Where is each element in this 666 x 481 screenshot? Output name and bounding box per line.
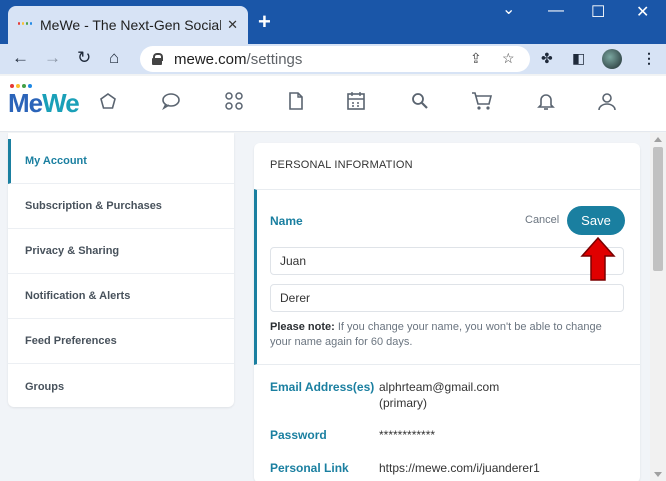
bell-icon[interactable] [535,90,557,112]
scroll-thumb[interactable] [653,147,663,271]
close-window-icon[interactable]: ✕ [636,2,649,22]
sidebar-item-groups[interactable]: Groups [8,364,234,409]
password-value[interactable]: ************ [379,427,435,443]
user-profile-icon[interactable] [596,90,618,112]
red-arrow-annotation-icon [580,236,616,281]
browser-toolbar: ← → ↻ ⌂ mewe.com/settings ⇪ ☆ ✤ ◧ ⋮ [0,44,666,74]
sidebar-item-subscription[interactable]: Subscription & Purchases [8,184,234,229]
new-tab-button[interactable]: + [258,9,271,35]
save-button[interactable]: Save [567,206,625,235]
home-icon[interactable]: ⌂ [109,48,119,68]
side-panel-icon[interactable]: ◧ [572,50,585,67]
email-label: Email Address(es) [270,380,375,394]
email-value: alphrteam@gmail.com (primary) [379,380,500,410]
personal-information-panel: PERSONAL INFORMATION Name Cancel Save Ju… [254,143,640,481]
minimize-icon[interactable]: — [548,2,564,20]
settings-sidebar: My Account Subscription & Purchases Priv… [8,133,234,407]
address-bar[interactable]: mewe.com/settings ⇪ ☆ [140,46,530,72]
back-arrow-icon[interactable]: ← [12,48,29,68]
bookmark-star-icon[interactable]: ☆ [502,50,515,67]
browser-tab-bar: MeWe - The Next-Gen Social Net ✕ + ⌄ — ☐… [0,0,666,44]
home-pentagon-icon[interactable] [97,90,119,112]
sidebar-item-notifications[interactable]: Notification & Alerts [8,274,234,319]
first-name-field[interactable]: Juan [270,247,624,275]
sidebar-item-privacy[interactable]: Privacy & Sharing [8,229,234,274]
document-icon[interactable] [285,90,307,112]
browser-tab[interactable]: MeWe - The Next-Gen Social Net ✕ [8,6,248,44]
personal-link-label: Personal Link [270,461,349,475]
mewe-logo[interactable]: MeWe [8,88,80,119]
profile-avatar[interactable] [602,49,622,69]
scroll-down-icon[interactable] [654,472,662,477]
shopping-cart-icon[interactable] [471,90,493,112]
chevron-down-icon[interactable]: ⌄ [502,0,515,19]
chat-bubble-icon[interactable] [160,90,182,112]
groups-circles-icon[interactable] [223,90,245,112]
reload-icon[interactable]: ↻ [77,48,91,68]
app-header: MeWe [0,76,666,132]
calendar-icon[interactable] [345,90,367,112]
last-name-field[interactable]: Derer [270,284,624,312]
page-scrollbar[interactable] [650,133,666,481]
search-icon[interactable] [409,90,431,112]
cancel-button[interactable]: Cancel [525,214,559,226]
panel-title: PERSONAL INFORMATION [270,159,413,171]
scroll-up-icon[interactable] [654,137,662,142]
share-icon[interactable]: ⇪ [470,50,482,67]
sidebar-item-feed-preferences[interactable]: Feed Preferences [8,319,234,364]
personal-link-value[interactable]: https://mewe.com/i/juanderer1 [379,460,540,476]
sidebar-item-my-account[interactable]: My Account [8,139,234,184]
forward-arrow-icon[interactable]: → [44,48,61,68]
mewe-favicon-icon [18,22,32,28]
name-change-note: Please note: If you change your name, yo… [270,321,602,348]
url-text: mewe.com/settings [174,50,303,68]
tab-close-icon[interactable]: ✕ [227,17,238,33]
lock-icon[interactable] [152,53,163,65]
maximize-icon[interactable]: ☐ [591,2,605,22]
tab-title: MeWe - The Next-Gen Social Net [40,17,222,33]
more-menu-icon[interactable]: ⋮ [642,50,656,67]
password-label: Password [270,428,327,442]
settings-content: My Account Subscription & Purchases Priv… [0,133,650,481]
extensions-puzzle-icon[interactable]: ✤ [541,50,553,67]
name-label: Name [270,214,303,228]
